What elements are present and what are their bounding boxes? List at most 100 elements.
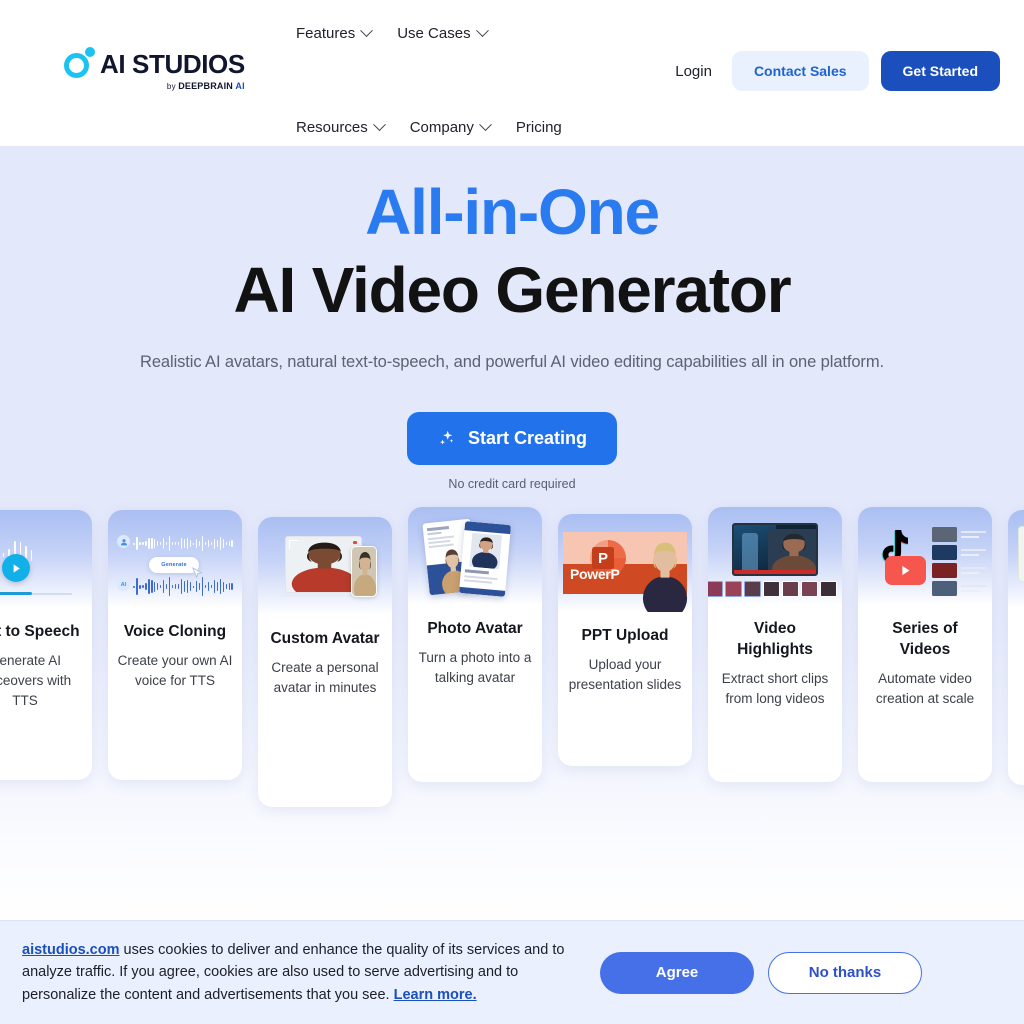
nav-item-use-cases[interactable]: Use Cases [397, 22, 489, 44]
headline-accent: All-in-One [365, 176, 660, 248]
powerpoint-label: PowerP [570, 566, 620, 582]
feature-card-description: Turn a photo into a talking avatar [418, 649, 532, 685]
feature-card-description: Create your own AI voice for TTS [117, 652, 233, 688]
site-header: AI STUDIOS by DEEPBRAIN AI Features Use … [0, 0, 1024, 146]
feature-card[interactable]: Text to Speech Generate AI voiceovers wi… [0, 510, 92, 780]
feature-card[interactable]: Custom Avatar Create a personal avatar i… [258, 517, 392, 807]
feature-card-description: Create a personal avatar in minutes [271, 659, 379, 695]
feature-card-thumbnail [708, 507, 842, 605]
logo[interactable]: AI STUDIOS by DEEPBRAIN AI [64, 47, 245, 91]
ai-badge-icon: AI [117, 578, 130, 591]
feature-card-description: Extract short clips from long videos [721, 670, 829, 706]
feature-card-thumbnail [258, 517, 392, 615]
feature-card[interactable]: Video Highlights Extract short clips fro… [708, 507, 842, 782]
feature-card-title: Video Highlights [737, 620, 813, 658]
hero-section: All-in-One AI Video Generator Realistic … [0, 146, 1024, 932]
feature-card-thumbnail [1008, 510, 1024, 608]
feature-card-body: PPT Upload Upload your presentation slid… [558, 612, 692, 766]
page-title: All-in-One AI Video Generator [0, 173, 1024, 329]
feature-card-description: Upload your presentation slides [568, 656, 682, 692]
feature-card-title: Voice Cloning [123, 623, 227, 640]
feature-card-thumbnail [858, 507, 992, 605]
chevron-down-icon [360, 23, 374, 37]
feature-card-body: Series of Videos Automate video creation… [858, 605, 992, 782]
video-list [932, 527, 986, 599]
sparkle-icon [439, 430, 454, 445]
feature-card-body: Custom Avatar Create a personal avatar i… [258, 615, 392, 807]
waveform [133, 535, 234, 552]
start-creating-label: Start Creating [467, 428, 588, 449]
feature-card-description: Automate video creation at scale [875, 670, 975, 706]
agree-button[interactable]: Agree [600, 951, 754, 994]
feature-card[interactable]: P PowerP PPT Upload Upload your presenta… [558, 514, 692, 766]
logo-tagline-accent: AI [235, 81, 245, 91]
login-link[interactable]: Login [667, 57, 720, 86]
contact-sales-button[interactable]: Contact Sales [731, 51, 869, 91]
logo-circle-icon [64, 47, 95, 78]
partial-thumb [1018, 526, 1024, 582]
cookie-actions: Agree No thanks [600, 951, 922, 994]
logo-title: AI STUDIOS [100, 49, 245, 79]
waveform [133, 576, 234, 597]
feature-card-thumbnail [0, 510, 92, 608]
logo-tagline-brand: DEEPBRAIN [178, 81, 236, 91]
nav-label: Use Cases [397, 24, 471, 42]
play-button-icon[interactable] [2, 554, 30, 582]
hero-subheadline: Realistic AI avatars, natural text-to-sp… [140, 353, 884, 372]
nav-label: Pricing [515, 118, 562, 136]
feature-card-title: Series of Videos [892, 620, 958, 658]
nav-item-features[interactable]: Features [296, 22, 374, 44]
progress-bar [0, 592, 32, 595]
start-creating-button[interactable]: Start Creating [406, 412, 618, 466]
svg-text:P: P [598, 550, 608, 567]
get-started-button[interactable]: Get Started [880, 51, 1000, 91]
cta-note: No credit card required [448, 477, 576, 492]
progress-track [32, 593, 72, 595]
feature-card-body [1008, 608, 1024, 785]
feature-card-description: Generate AI voiceovers with TTS [0, 652, 72, 708]
video-preview [732, 523, 818, 576]
feature-card-thumbnail: P PowerP [558, 514, 692, 612]
feature-card-body: Video Highlights Extract short clips fro… [708, 605, 842, 782]
chevron-down-icon [372, 117, 386, 131]
logo-tagline-by: by [166, 82, 179, 91]
logo-tagline: by DEEPBRAIN AI [100, 81, 245, 91]
cookie-consent-banner: aistudios.com uses cookies to deliver an… [0, 920, 1024, 1024]
photo-card-right [458, 521, 512, 597]
feature-card[interactable] [1008, 510, 1024, 785]
phone-mockup [351, 546, 377, 597]
feature-card-body: Text to Speech Generate AI voiceovers wi… [0, 608, 92, 780]
cookie-banner-text: aistudios.com uses cookies to deliver an… [22, 939, 582, 1005]
user-icon [117, 535, 130, 548]
learn-more-link[interactable]: Learn more. [394, 987, 477, 1003]
youtube-icon [885, 556, 926, 585]
nav-label: Resources [296, 118, 368, 136]
feature-carousel[interactable]: Text to Speech Generate AI voiceovers wi… [0, 507, 1024, 827]
feature-card[interactable]: Photo Avatar Turn a photo into a talking… [408, 507, 542, 782]
nav-label: Features [296, 24, 356, 42]
main-navigation: Features Use Cases Resources Company Pri… [296, 22, 716, 138]
chevron-down-icon [479, 117, 492, 131]
feature-card-thumbnail: Generate AI [108, 510, 242, 608]
nav-item-pricing[interactable]: Pricing [516, 116, 562, 138]
feature-card-title: Custom Avatar [270, 630, 380, 647]
feature-card-body: Voice Cloning Create your own AI voice f… [108, 608, 242, 780]
feature-card-title: PPT Upload [581, 627, 669, 644]
hero-cta-wrap: Start Creating No credit card required [0, 412, 1024, 491]
no-thanks-button[interactable]: No thanks [768, 951, 922, 994]
headline-main: AI Video Generator [233, 254, 792, 327]
feature-card-thumbnail [408, 507, 542, 605]
feature-card[interactable]: Generate AI Voice Cloning Create your ow… [108, 510, 242, 780]
nav-label: Company [409, 118, 474, 136]
nav-item-resources[interactable]: Resources [296, 116, 386, 138]
feature-card-title: Text to Speech [0, 623, 80, 640]
cookie-domain-link[interactable]: aistudios.com [22, 942, 120, 958]
presenter-thumbnail [639, 535, 691, 612]
nav-item-company[interactable]: Company [409, 116, 492, 138]
clip-strip [708, 581, 837, 597]
header-actions: Login Contact Sales Get Started [667, 51, 1000, 91]
feature-card[interactable]: Series of Videos Automate video creation… [858, 507, 992, 782]
feature-card-title: Photo Avatar [427, 620, 523, 637]
feature-card-body: Photo Avatar Turn a photo into a talking… [408, 605, 542, 782]
chevron-down-icon [475, 23, 489, 37]
